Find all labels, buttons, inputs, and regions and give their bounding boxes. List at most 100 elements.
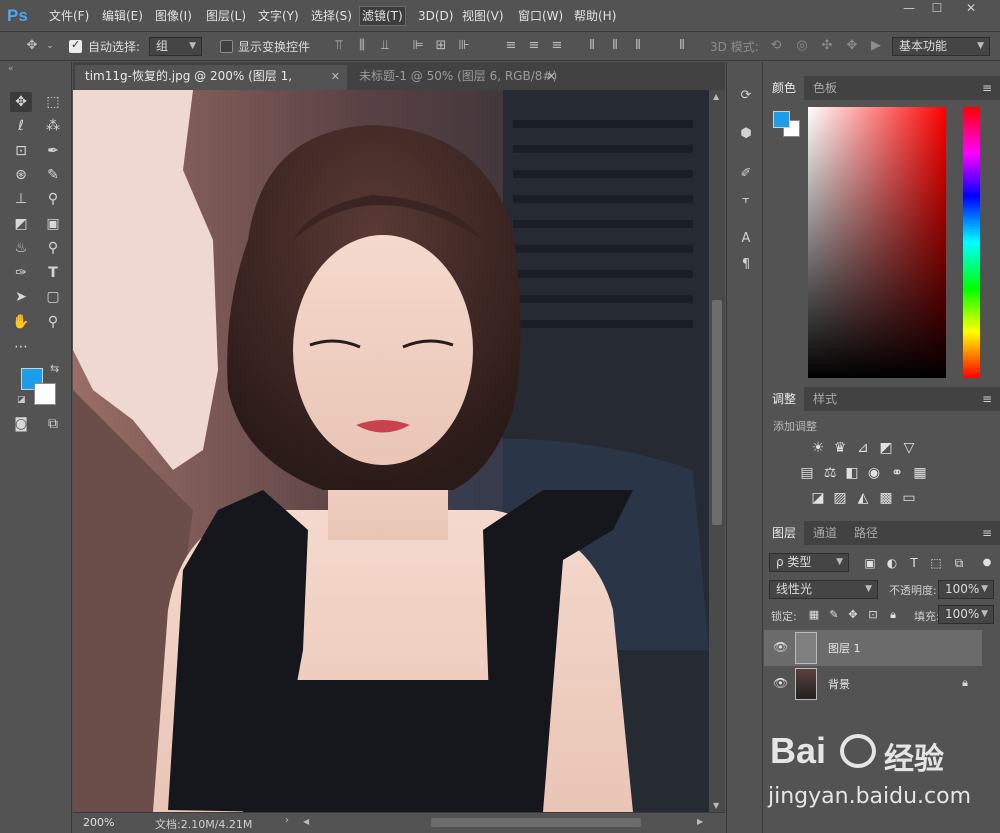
menu-type[interactable]: 文字(Y) bbox=[256, 7, 301, 25]
lock-pixels-icon[interactable]: ✎ bbox=[825, 607, 843, 623]
3d-slide-icon[interactable]: ✥ bbox=[844, 38, 860, 54]
brush-panel-icon[interactable]: ✐ bbox=[736, 164, 756, 184]
vertical-scroll-thumb[interactable] bbox=[712, 300, 722, 525]
menu-filter[interactable]: 滤镜(T) bbox=[359, 6, 406, 26]
panel-menu-icon[interactable]: ≡ bbox=[982, 392, 992, 406]
gradient-tool-icon[interactable]: ▣ bbox=[42, 214, 64, 234]
curves-icon[interactable]: ⊿ bbox=[854, 440, 872, 456]
history-brush-icon[interactable]: ⚲ bbox=[42, 189, 64, 209]
close-window-button[interactable]: ✕ bbox=[958, 1, 984, 17]
path-select-icon[interactable]: ➤ bbox=[10, 287, 32, 307]
filter-pixel-icon[interactable]: ▣ bbox=[861, 555, 879, 571]
dodge-tool-icon[interactable]: ⚲ bbox=[42, 238, 64, 258]
scroll-left-icon[interactable]: ◀ bbox=[303, 817, 309, 826]
3d-roll-icon[interactable]: ◎ bbox=[794, 38, 810, 54]
invert-icon[interactable]: ◪ bbox=[809, 490, 827, 506]
layer-filter-dropdown[interactable]: ρ 类型 ▼ bbox=[769, 553, 849, 572]
background-color-swatch[interactable] bbox=[34, 383, 56, 405]
collapse-icon[interactable]: « bbox=[8, 64, 14, 74]
black-white-icon[interactable]: ◧ bbox=[843, 465, 861, 481]
3d-pan-icon[interactable]: ✣ bbox=[819, 38, 835, 54]
character-panel-icon[interactable]: A bbox=[736, 229, 756, 249]
eye-icon[interactable]: 👁︎ bbox=[773, 640, 788, 654]
color-picker-field[interactable] bbox=[808, 107, 946, 378]
maximize-button[interactable]: ☐ bbox=[924, 1, 950, 17]
color-balance-icon[interactable]: ⚖ bbox=[821, 465, 839, 481]
exposure-icon[interactable]: ◩ bbox=[877, 440, 895, 456]
document-canvas[interactable] bbox=[73, 90, 709, 812]
tab-untitled[interactable]: 未标题-1 @ 50% (图层 6, RGB/8#) * ✕ bbox=[349, 65, 563, 106]
selective-color-icon[interactable]: ▩ bbox=[877, 490, 895, 506]
paragraph-panel-icon[interactable]: ¶ bbox=[736, 255, 756, 275]
zoom-tool-icon[interactable]: ⚲ bbox=[42, 312, 64, 332]
zoom-level[interactable]: 200% bbox=[83, 816, 114, 829]
blur-tool-icon[interactable]: ♨ bbox=[10, 238, 32, 258]
channel-mixer-icon[interactable]: ⚭ bbox=[888, 465, 906, 481]
pen-tool-icon[interactable]: ✑ bbox=[10, 263, 32, 283]
eye-icon[interactable]: 👁︎ bbox=[773, 676, 788, 690]
eraser-tool-icon[interactable]: ◩ bbox=[10, 214, 32, 234]
history-icon[interactable]: ⟳ bbox=[736, 86, 756, 106]
align-left-icon[interactable]: ⊫ bbox=[410, 38, 426, 54]
layer-row-layer1[interactable]: 👁︎ 图层 1 bbox=[764, 630, 982, 666]
chevron-down-icon[interactable]: ⌄ bbox=[42, 38, 58, 54]
horizontal-scroll-thumb[interactable] bbox=[431, 818, 641, 827]
opacity-field[interactable]: 100% ▼ bbox=[938, 580, 994, 599]
vibrance-icon[interactable]: ▽ bbox=[900, 440, 918, 456]
align-top-icon[interactable]: ⫪ bbox=[331, 38, 347, 54]
status-menu-icon[interactable]: › bbox=[285, 815, 289, 826]
tab-color[interactable]: 颜色 bbox=[764, 76, 805, 100]
auto-select-dropdown[interactable]: 组 ▼ bbox=[149, 37, 202, 56]
align-bottom-icon[interactable]: ⫫ bbox=[377, 38, 393, 54]
lock-position-icon[interactable]: ✥ bbox=[844, 607, 862, 623]
quick-mask-icon[interactable]: ◙ bbox=[10, 414, 32, 434]
menu-help[interactable]: 帮助(H) bbox=[572, 7, 618, 25]
blend-mode-dropdown[interactable]: 线性光 ▼ bbox=[769, 580, 878, 599]
menu-select[interactable]: 选择(S) bbox=[309, 7, 354, 25]
close-tab-icon[interactable]: ✕ bbox=[331, 65, 340, 88]
levels-icon[interactable]: ♛ bbox=[831, 440, 849, 456]
tab-adjustments[interactable]: 调整 bbox=[764, 387, 805, 411]
filter-shape-icon[interactable]: ⬚ bbox=[927, 555, 945, 571]
filter-toggle-icon[interactable]: ● bbox=[978, 555, 996, 571]
tab-channels[interactable]: 通道 bbox=[805, 521, 845, 545]
shape-tool-icon[interactable]: ▢ bbox=[42, 287, 64, 307]
tab-tim11g[interactable]: tim11g-恢复的.jpg @ 200% (图层 1, RGB/8#) * ✕ bbox=[75, 65, 347, 106]
hue-slider[interactable] bbox=[963, 107, 980, 378]
lasso-tool-icon[interactable]: ℓ bbox=[10, 116, 32, 136]
threshold-icon[interactable]: ◭ bbox=[854, 490, 872, 506]
distribute-top-icon[interactable]: ≡ bbox=[503, 38, 519, 54]
color-lookup-icon[interactable]: ▦ bbox=[911, 465, 929, 481]
brightness-icon[interactable]: ☀ bbox=[809, 440, 827, 456]
panel-menu-icon[interactable]: ≡ bbox=[982, 526, 992, 540]
menu-image[interactable]: 图像(I) bbox=[153, 7, 194, 25]
crop-tool-icon[interactable]: ⊡ bbox=[10, 141, 32, 161]
show-transform-checkbox[interactable] bbox=[220, 40, 233, 53]
distribute-left-icon[interactable]: ⦀ bbox=[584, 38, 600, 54]
marquee-tool-icon[interactable]: ⬚ bbox=[42, 92, 64, 112]
3d-scale-icon[interactable]: ▶ bbox=[868, 38, 884, 54]
filter-type-icon[interactable]: T bbox=[905, 555, 923, 571]
scroll-down-icon[interactable]: ▼ bbox=[713, 801, 719, 810]
align-right-icon[interactable]: ⊪ bbox=[456, 38, 472, 54]
distribute-vcenter-icon[interactable]: ≡ bbox=[526, 38, 542, 54]
auto-align-icon[interactable]: ⫴ bbox=[674, 38, 690, 54]
hand-tool-icon[interactable]: ✋ bbox=[10, 312, 32, 332]
brush-tool-icon[interactable]: ✎ bbox=[42, 165, 64, 185]
menu-view[interactable]: 视图(V) bbox=[460, 7, 506, 25]
scroll-right-icon[interactable]: ▶ bbox=[697, 817, 703, 826]
photo-filter-icon[interactable]: ◉ bbox=[865, 465, 883, 481]
3d-panel-icon[interactable]: ⬢ bbox=[736, 124, 756, 144]
move-tool-icon[interactable]: ✥ bbox=[10, 92, 32, 112]
foreground-color-swatch[interactable] bbox=[773, 111, 790, 128]
posterize-icon[interactable]: ▨ bbox=[831, 490, 849, 506]
menu-file[interactable]: 文件(F) bbox=[47, 7, 91, 25]
move-tool-preset-icon[interactable]: ✥ bbox=[24, 38, 40, 54]
menu-3d[interactable]: 3D(D) bbox=[416, 7, 455, 25]
tab-swatches[interactable]: 色板 bbox=[805, 76, 845, 100]
vertical-scrollbar[interactable]: ▲ ▼ bbox=[709, 90, 725, 812]
distribute-hcenter-icon[interactable]: ⦀ bbox=[607, 38, 623, 54]
screen-mode-icon[interactable]: ⧉ bbox=[42, 414, 64, 434]
layer-row-background[interactable]: 👁︎ 背景 🔒︎ bbox=[764, 666, 982, 702]
healing-brush-icon[interactable]: ⊛ bbox=[10, 165, 32, 185]
